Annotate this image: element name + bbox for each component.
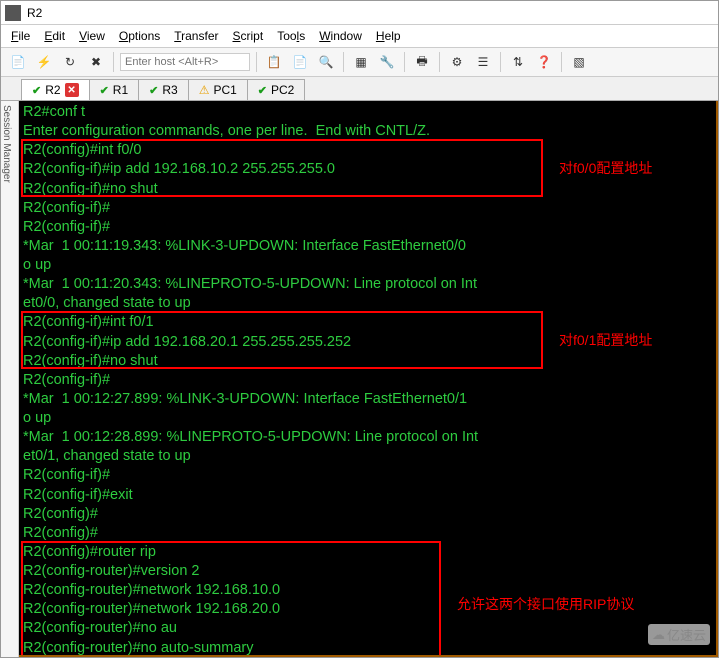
- toolbar-connect-icon[interactable]: 📄: [7, 51, 29, 73]
- content-area: Session Manager R2#conf tEnter configura…: [1, 101, 718, 657]
- tab-label: PC1: [213, 83, 236, 97]
- terminal-line: et0/1, changed state to up: [23, 447, 712, 466]
- tab-bar: ✔ R2 ✕ ✔ R1 ✔ R3 ⚠ PC1 ✔ PC2: [1, 77, 718, 101]
- watermark: ☁ 亿速云: [648, 624, 710, 645]
- toolbar-disconnect-icon[interactable]: ✖: [85, 51, 107, 73]
- terminal-line: R2(config-router)#version 2: [23, 562, 712, 581]
- toolbar: 📄 ⚡ ↻ ✖ 📋 📄 🔍 ▦ 🔧 🖶 ⚙ ☰ ⇅ ❓ ▧: [1, 47, 718, 77]
- menu-edit[interactable]: Edit: [44, 29, 65, 43]
- close-icon[interactable]: ✕: [65, 83, 79, 97]
- terminal-line: R2(config-if)#exit: [23, 486, 712, 505]
- toolbar-quick-connect-icon[interactable]: ⚡: [33, 51, 55, 73]
- toolbar-help-icon[interactable]: ❓: [533, 51, 555, 73]
- toolbar-separator: [113, 52, 114, 72]
- app-icon: [5, 5, 21, 21]
- tab-r2[interactable]: ✔ R2 ✕: [21, 79, 90, 100]
- host-input[interactable]: [120, 53, 250, 71]
- menu-help[interactable]: Help: [376, 29, 401, 43]
- annotation-label-3: 允许这两个接口使用RIP协议: [457, 595, 634, 613]
- menu-options[interactable]: Options: [119, 29, 160, 43]
- terminal-line: *Mar 1 00:12:27.899: %LINK-3-UPDOWN: Int…: [23, 390, 712, 409]
- terminal-line: Enter configuration commands, one per li…: [23, 122, 712, 141]
- window-title: R2: [27, 6, 42, 20]
- terminal-line: R2(config-router)#no auto-summary: [23, 639, 712, 658]
- toolbar-transfer-icon[interactable]: ⇅: [507, 51, 529, 73]
- terminal-line: R2(config-if)#: [23, 371, 712, 390]
- toolbar-copy-icon[interactable]: 📋: [263, 51, 285, 73]
- terminal[interactable]: R2#conf tEnter configuration commands, o…: [19, 101, 718, 657]
- toolbar-print-icon[interactable]: 🖶: [411, 51, 433, 73]
- tab-label: R1: [113, 83, 128, 97]
- watermark-text: 亿速云: [667, 625, 706, 644]
- terminal-line: R2(config-if)#: [23, 218, 712, 237]
- toolbar-separator: [561, 52, 562, 72]
- toolbar-properties-icon[interactable]: 🔧: [376, 51, 398, 73]
- tab-label: R3: [162, 83, 177, 97]
- toolbar-reconnect-icon[interactable]: ↻: [59, 51, 81, 73]
- terminal-line: R2(config-if)#no shut: [23, 180, 712, 199]
- toolbar-separator: [439, 52, 440, 72]
- annotation-label-1: 对f0/0配置地址: [559, 159, 652, 177]
- terminal-line: R2(config-if)#: [23, 466, 712, 485]
- tab-r3[interactable]: ✔ R3: [138, 79, 189, 100]
- terminal-line: R2#conf t: [23, 103, 712, 122]
- toolbar-sessions-icon[interactable]: ▦: [350, 51, 372, 73]
- terminal-line: *Mar 1 00:11:20.343: %LINEPROTO-5-UPDOWN…: [23, 275, 712, 294]
- terminal-line: R2(config-if)#: [23, 199, 712, 218]
- toolbar-options-icon[interactable]: ⚙: [446, 51, 468, 73]
- toolbar-separator: [343, 52, 344, 72]
- warning-icon: ⚠: [199, 83, 210, 97]
- toolbar-separator: [404, 52, 405, 72]
- menu-view[interactable]: View: [79, 29, 105, 43]
- check-icon: ✔: [32, 84, 41, 97]
- annotation-label-2: 对f0/1配置地址: [559, 331, 652, 349]
- terminal-line: R2(config-if)#no shut: [23, 352, 712, 371]
- terminal-line: o up: [23, 256, 712, 275]
- tab-pc2[interactable]: ✔ PC2: [247, 79, 306, 100]
- terminal-line: R2(config)#: [23, 524, 712, 543]
- title-bar: R2: [1, 1, 718, 25]
- terminal-line: R2(config)#: [23, 505, 712, 524]
- tab-pc1[interactable]: ⚠ PC1: [188, 79, 248, 100]
- check-icon: ✔: [100, 84, 109, 97]
- menu-tools[interactable]: Tools: [277, 29, 305, 43]
- terminal-line: R2(config-router)#no au: [23, 619, 712, 638]
- tab-label: PC2: [271, 83, 294, 97]
- terminal-line: *Mar 1 00:11:19.343: %LINK-3-UPDOWN: Int…: [23, 237, 712, 256]
- terminal-line: R2(config)#int f0/0: [23, 141, 712, 160]
- menu-bar: File Edit View Options Transfer Script T…: [1, 25, 718, 47]
- toolbar-find-icon[interactable]: 🔍: [315, 51, 337, 73]
- toolbar-global-options-icon[interactable]: ☰: [472, 51, 494, 73]
- cloud-icon: ☁: [652, 627, 665, 643]
- check-icon: ✔: [149, 84, 158, 97]
- toolbar-extra-icon[interactable]: ▧: [568, 51, 590, 73]
- terminal-line: *Mar 1 00:12:28.899: %LINEPROTO-5-UPDOWN…: [23, 428, 712, 447]
- tab-label: R2: [45, 83, 60, 97]
- menu-window[interactable]: Window: [319, 29, 362, 43]
- terminal-line: et0/0, changed state to up: [23, 294, 712, 313]
- tab-r1[interactable]: ✔ R1: [89, 79, 140, 100]
- session-manager-panel[interactable]: Session Manager: [1, 101, 19, 657]
- terminal-line: R2(config)#router rip: [23, 543, 712, 562]
- terminal-line: R2(config-if)#int f0/1: [23, 313, 712, 332]
- menu-script[interactable]: Script: [233, 29, 264, 43]
- menu-file[interactable]: File: [11, 29, 30, 43]
- check-icon: ✔: [258, 84, 267, 97]
- menu-transfer[interactable]: Transfer: [174, 29, 218, 43]
- toolbar-paste-icon[interactable]: 📄: [289, 51, 311, 73]
- toolbar-separator: [500, 52, 501, 72]
- toolbar-separator: [256, 52, 257, 72]
- terminal-line: o up: [23, 409, 712, 428]
